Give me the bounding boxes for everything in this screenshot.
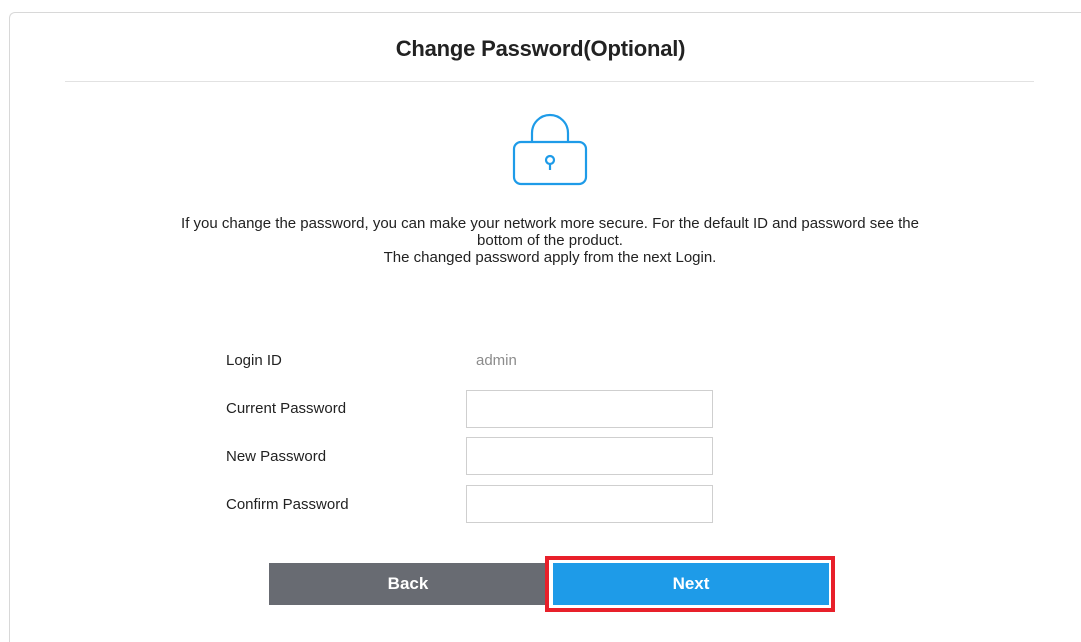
lock-icon: [512, 113, 588, 186]
description: If you change the password, you can make…: [150, 215, 950, 266]
description-line-1: If you change the password, you can make…: [181, 215, 919, 249]
confirm-password-label: Confirm Password: [226, 496, 349, 513]
page-title: Change Password(Optional): [395, 36, 686, 61]
description-line-2: The changed password apply from the next…: [383, 249, 717, 266]
next-button[interactable]: Next: [553, 563, 829, 605]
login-id-value: admin: [476, 352, 517, 369]
back-button[interactable]: Back: [269, 563, 547, 605]
confirm-password-field[interactable]: [466, 485, 713, 523]
login-id-label: Login ID: [226, 352, 282, 369]
new-password-label: New Password: [226, 448, 327, 465]
title-divider: [65, 81, 1034, 82]
current-password-label: Current Password: [226, 400, 347, 417]
current-password-field[interactable]: [466, 390, 713, 428]
new-password-field[interactable]: [466, 437, 713, 475]
